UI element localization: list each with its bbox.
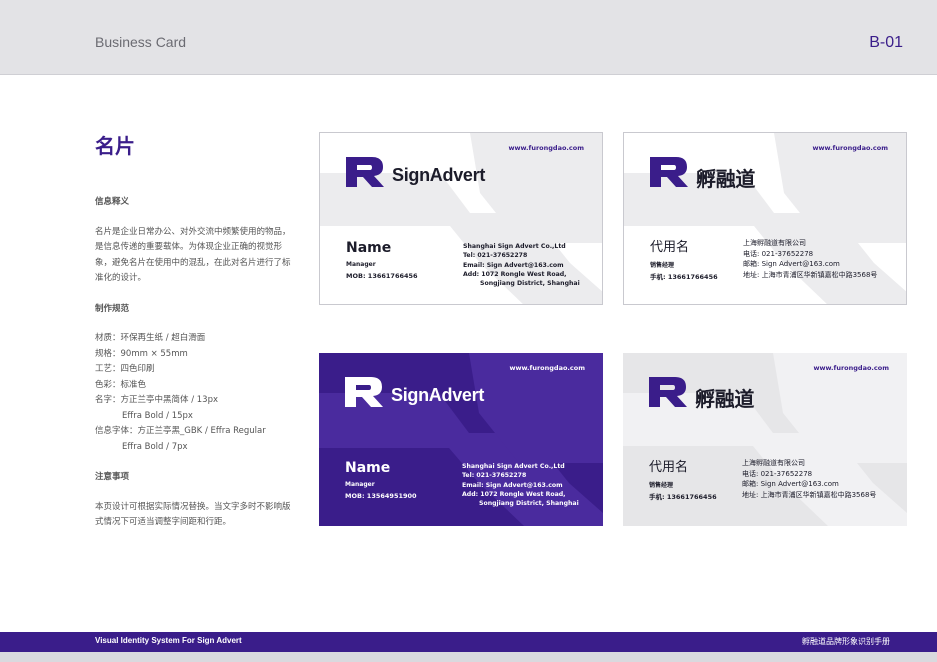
- card-contact-info: Shanghai Sign Advert Co.,Ltd Tel: 021-37…: [463, 242, 580, 288]
- card-name: Name: [346, 240, 392, 256]
- address-line: Add: 1072 Rongle West Road,: [463, 270, 567, 278]
- company-name: 上海孵融道有限公司: [742, 459, 805, 467]
- footer-strip: [0, 652, 937, 662]
- brand-r-icon: [346, 157, 384, 187]
- spec-item: 色彩：标准色: [95, 379, 147, 390]
- phone: Tel: 021-37652278: [462, 472, 527, 480]
- website-url: www.furongdao.com: [509, 364, 585, 372]
- spec-item: 材质：环保再生纸 / 超白滑面: [95, 333, 206, 343]
- card-contact-info: 上海孵融道有限公司 电话: 021-37652278 邮箱: Sign Adve…: [743, 238, 877, 280]
- spec-item: Effra Bold / 7px: [122, 441, 188, 452]
- business-card-en-purple: www.furongdao.com SignAdvert Name Manage…: [319, 353, 603, 526]
- footer-right-text: 孵融道品牌形象识别手册: [802, 637, 890, 646]
- section-heading: 名片: [95, 134, 135, 158]
- card-mobile: 手机: 13661766456: [649, 493, 717, 501]
- section-title-notes: 注意事项: [95, 472, 130, 482]
- address-line: Add: 1072 Rongle West Road,: [462, 490, 566, 498]
- card-mobile: MOB: 13661766456: [346, 272, 418, 280]
- company-name: 上海孵融道有限公司: [743, 239, 806, 247]
- spec-item: 信息字体：方正兰亭黑_GBK / Effra Regular: [95, 426, 266, 436]
- address-line: Songjiang District, Shanghai: [479, 500, 579, 508]
- website-url: www.furongdao.com: [508, 144, 584, 152]
- description-panel: 信息释义 名片是企业日常办公、对外交流中频繁使用的物品，是信息传递的重要载体。为…: [95, 195, 295, 546]
- brand-r-icon: [345, 377, 383, 407]
- website-url: www.furongdao.com: [812, 144, 888, 152]
- address-line: 地址: 上海市青浦区华新镇嘉松中路3568号: [743, 270, 878, 279]
- spec-item: 规格：90mm × 55mm: [95, 348, 188, 359]
- company-name: Shanghai Sign Advert Co.,Ltd: [462, 463, 565, 470]
- brand-r-icon: [649, 377, 687, 407]
- card-name: Name: [345, 460, 391, 476]
- brand-wordmark: SignAdvert: [391, 385, 485, 405]
- brand-wordmark-cn: 孵融道: [696, 169, 756, 191]
- address-line: Songjiang District, Shanghai: [480, 280, 580, 288]
- email: Email: Sign Advert@163.com: [462, 481, 563, 489]
- card-role: Manager: [346, 261, 376, 268]
- card-mobile: 手机: 13661766456: [650, 273, 718, 281]
- page-footer: Visual Identity System For Sign Advert 孵…: [0, 632, 937, 652]
- page-title: Business Card: [95, 34, 187, 50]
- spec-item: 工艺：四色印刷: [95, 364, 155, 374]
- card-name: 代用名: [650, 240, 690, 255]
- card-role: 销售经理: [649, 482, 674, 489]
- card-mobile: MOB: 13564951900: [345, 492, 417, 500]
- footer-left-text: Visual Identity System For Sign Advert: [95, 636, 242, 645]
- website-url: www.furongdao.com: [813, 364, 889, 372]
- notes-paragraph: 本页设计可根据实际情况替换。当文字多时不影响版式情况下可适当调整字间距和行距。: [95, 501, 291, 528]
- business-card-en-light: www.furongdao.com SignAdvert Name Manage…: [319, 132, 603, 305]
- brand-r-icon: [650, 157, 688, 187]
- phone: 电话: 021-37652278: [742, 469, 813, 478]
- brand-wordmark-cn: 孵融道: [695, 389, 755, 411]
- email: 邮箱: Sign Advert@163.com: [743, 260, 840, 268]
- info-paragraph: 名片是企业日常办公、对外交流中频繁使用的物品，是信息传递的重要载体。为体现企业正…: [95, 226, 291, 284]
- email: Email: Sign Advert@163.com: [463, 261, 564, 269]
- card-contact-info: Shanghai Sign Advert Co.,Ltd Tel: 021-37…: [462, 462, 579, 508]
- card-contact-info: 上海孵融道有限公司 电话: 021-37652278 邮箱: Sign Adve…: [742, 458, 876, 500]
- company-name: Shanghai Sign Advert Co.,Ltd: [463, 243, 566, 250]
- phone: 电话: 021-37652278: [743, 249, 814, 258]
- card-role: 销售经理: [650, 262, 675, 269]
- page-header: Business Card B-01: [0, 0, 937, 75]
- page-code: B-01: [869, 34, 903, 51]
- business-card-cn-light: www.furongdao.com 孵融道 代用名 销售经理 手机: 13661…: [623, 132, 907, 305]
- section-title-info: 信息释义: [95, 197, 130, 207]
- card-role: Manager: [345, 481, 375, 488]
- business-card-cn-grey: www.furongdao.com 孵融道 代用名 销售经理 手机: 13661…: [623, 353, 907, 526]
- brand-wordmark: SignAdvert: [392, 165, 486, 185]
- phone: Tel: 021-37652278: [463, 252, 528, 260]
- email: 邮箱: Sign Advert@163.com: [742, 480, 839, 488]
- spec-item: Effra Bold / 15px: [122, 410, 193, 421]
- spec-item: 名字：方正兰亭中黑简体 / 13px: [95, 395, 219, 405]
- section-title-spec: 制作规范: [95, 303, 130, 314]
- address-line: 地址: 上海市青浦区华新镇嘉松中路3568号: [742, 490, 877, 499]
- card-name: 代用名: [649, 460, 689, 475]
